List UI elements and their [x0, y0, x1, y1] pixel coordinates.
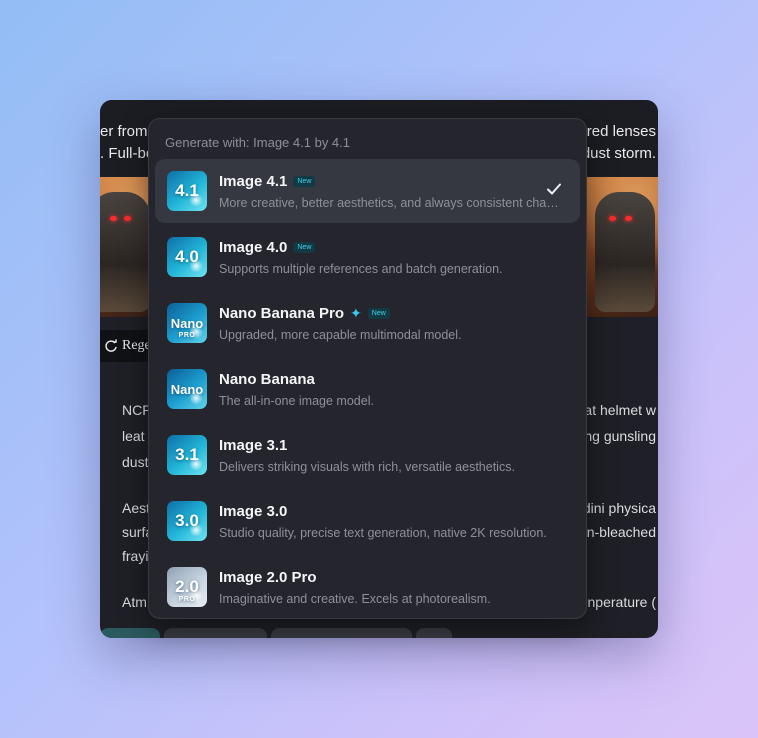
prompt-line-right: dini physica: [582, 500, 656, 516]
new-badge: New: [367, 307, 390, 319]
new-badge: New: [293, 241, 316, 253]
model-name: Image 4.0: [219, 238, 288, 256]
model-description: Studio quality, precise text generation,…: [219, 525, 547, 540]
model-name: Image 4.1: [219, 172, 288, 190]
model-logo-icon: 3.0: [167, 501, 207, 541]
bottom-toolbar-button[interactable]: [164, 628, 267, 638]
model-option-image-4-1[interactable]: 4.1 Image 4.1 New More creative, better aes…: [155, 159, 580, 223]
bg-prompt-text: dust storm.: [581, 145, 656, 162]
model-description: More creative, better aesthetics, and al…: [219, 195, 559, 210]
bottom-toolbar-button[interactable]: [416, 628, 452, 638]
model-description: Imaginative and creative. Excels at phot…: [219, 591, 491, 606]
model-logo-icon: 2.0 PRO: [167, 567, 207, 607]
model-logo-sublabel: PRO: [178, 332, 196, 339]
check-icon: [547, 183, 561, 195]
bg-prompt-text: . Full-bo: [100, 145, 155, 162]
model-option-nano-banana-pro[interactable]: Nano PRO Nano Banana Pro ✦ New Upgraded, more…: [155, 291, 580, 355]
model-list: 4.1 Image 4.1 New More creative, better aes…: [153, 159, 582, 619]
model-name: Image 3.0: [219, 502, 288, 520]
model-name: Image 2.0 Pro: [219, 568, 317, 586]
dropdown-header: Generate with: Image 4.1 by 4.1: [165, 134, 350, 150]
model-option-image-2-0-pro[interactable]: 2.0 PRO Image 2.0 Pro Imaginative and creat…: [155, 555, 580, 619]
prompt-line-left: frayi: [122, 548, 149, 564]
prompt-line-right: n-bleached: [586, 524, 656, 540]
model-logo-icon: 4.0: [167, 237, 207, 277]
generated-image-thumbnail[interactable]: [100, 177, 148, 317]
model-logo-icon: Nano: [167, 369, 207, 409]
model-description: Supports multiple references and batch g…: [219, 261, 503, 276]
prompt-line-right: oat helmet w: [576, 402, 656, 418]
model-name: Nano Banana: [219, 370, 315, 388]
model-description: Upgraded, more capable multimodal model.: [219, 327, 462, 342]
model-option-nano-banana[interactable]: Nano Nano Banana The all-in-one image mode…: [155, 357, 580, 421]
prompt-line-left: Atm: [122, 594, 147, 610]
bottom-toolbar-button[interactable]: [100, 628, 160, 638]
prompt-line-right: nperature (: [587, 594, 656, 610]
sparkle-icon: ✦: [350, 305, 362, 321]
model-option-image-3-1[interactable]: 3.1 Image 3.1 Delivers striking visuals wi…: [155, 423, 580, 487]
model-logo-icon: 3.1: [167, 435, 207, 475]
bottom-toolbar-button[interactable]: [271, 628, 412, 638]
model-description: The all-in-one image model.: [219, 393, 374, 408]
model-name: Image 3.1: [219, 436, 288, 454]
prompt-line-left: dust: [122, 454, 149, 470]
generated-image-thumbnail[interactable]: [587, 177, 658, 317]
model-option-image-3-0[interactable]: 3.0 Image 3.0 Studio quality, precise text…: [155, 489, 580, 553]
model-name: Nano Banana Pro: [219, 304, 345, 322]
model-option-image-4-0[interactable]: 4.0 Image 4.0 New Supports multiple referen…: [155, 225, 580, 289]
prompt-line-left: leat: [122, 428, 145, 444]
new-badge: New: [293, 175, 316, 187]
model-logo-icon: 4.1: [167, 171, 207, 211]
refresh-icon: [105, 339, 117, 352]
prompt-line-right: ing gunsling: [581, 428, 656, 444]
model-logo-icon: Nano PRO: [167, 303, 207, 343]
model-description: Delivers striking visuals with rich, ver…: [219, 459, 515, 474]
model-selector-dropdown: Generate with: Image 4.1 by 4.1 4.1 Image…: [148, 118, 587, 619]
bg-prompt-text: er from: [100, 123, 148, 140]
model-logo-sublabel: PRO: [178, 596, 196, 603]
prompt-line-left: Aest: [122, 500, 151, 516]
